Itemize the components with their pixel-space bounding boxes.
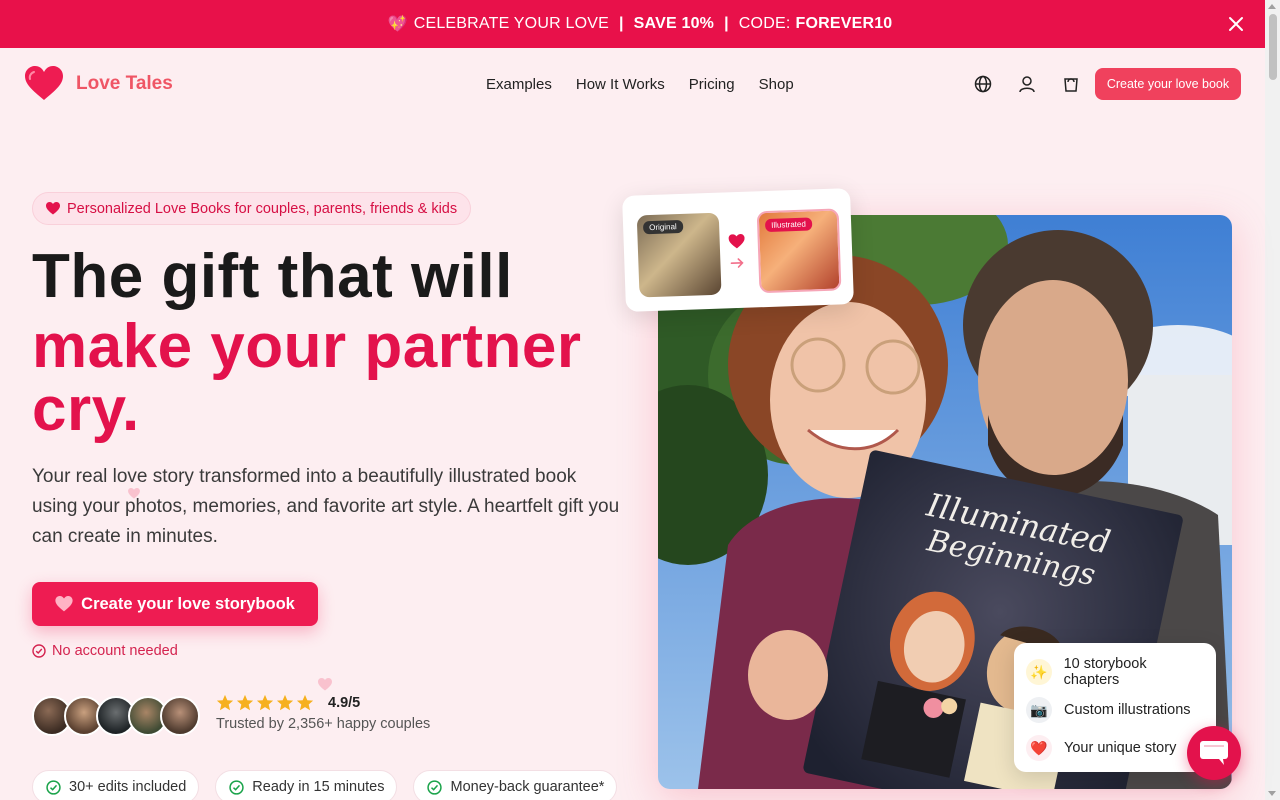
- nav-examples[interactable]: Examples: [486, 76, 552, 93]
- headline-line-1: The gift that will: [32, 242, 513, 311]
- heart-icon: [46, 202, 60, 215]
- check-circle-icon: [427, 780, 443, 795]
- badge-text: Money-back guarantee*: [450, 779, 605, 795]
- headline-line-3: cry.: [32, 375, 140, 444]
- nav-how-it-works[interactable]: How It Works: [576, 76, 665, 93]
- camera-icon: 📷: [1026, 697, 1052, 723]
- avatar: [160, 696, 200, 736]
- check-circle-icon: [229, 780, 244, 795]
- scrollbar[interactable]: [1265, 0, 1280, 800]
- arrow-right-icon: [730, 258, 744, 268]
- feature-label: Custom illustrations: [1064, 702, 1191, 718]
- feature-item: ✨ 10 storybook chapters: [1026, 653, 1204, 691]
- star-icon: [296, 694, 314, 711]
- nav-icons: [973, 74, 1081, 94]
- heart-logo-icon: [25, 66, 63, 100]
- brand-name: Love Tales: [76, 73, 173, 94]
- create-love-book-button[interactable]: Create your love book: [1095, 68, 1241, 100]
- star-icon: [236, 694, 254, 711]
- floating-heart-icon: [128, 488, 140, 499]
- close-icon[interactable]: [1226, 14, 1246, 34]
- promo-save: SAVE 10%: [633, 15, 715, 32]
- feature-label: Your unique story: [1064, 740, 1177, 756]
- customer-avatars: [32, 696, 200, 736]
- star-icon: [276, 694, 294, 711]
- promo-separator: |: [724, 15, 729, 32]
- illustrated-thumbnail: Illustrated: [756, 208, 842, 294]
- floating-heart-icon: [318, 678, 332, 691]
- badge-guarantee: Money-back guarantee*: [413, 770, 618, 800]
- trusted-text: Trusted by 2,356+ happy couples: [216, 716, 431, 732]
- features-card: ✨ 10 storybook chapters 📷 Custom illustr…: [1014, 643, 1216, 772]
- scroll-down-icon[interactable]: [1268, 791, 1276, 796]
- hero-headline: The gift that will make your partner cry…: [32, 242, 582, 444]
- rating-stars: 4.9/5: [216, 694, 430, 712]
- chat-bubble-icon: [1200, 741, 1228, 765]
- scrollbar-thumb[interactable]: [1269, 14, 1277, 80]
- original-tag: Original: [642, 219, 683, 235]
- top-nav: Love Tales Examples How It Works Pricing…: [0, 48, 1265, 120]
- illustrated-tag: Illustrated: [764, 217, 813, 233]
- feature-item: ❤️ Your unique story: [1026, 729, 1204, 767]
- badge-text: 30+ edits included: [69, 779, 187, 795]
- check-circle-icon: [46, 780, 61, 795]
- main-menu: Examples How It Works Pricing Shop: [486, 76, 794, 93]
- promo-banner: 💖 CELEBRATE YOUR LOVE | SAVE 10% | CODE:…: [0, 0, 1280, 48]
- category-pill: Personalized Love Books for couples, par…: [32, 192, 472, 225]
- no-account-note: No account needed: [32, 643, 178, 659]
- before-after-card: Original Illustrated: [622, 188, 854, 312]
- badge-text: Ready in 15 minutes: [252, 779, 385, 795]
- promo-code-label: CODE:: [738, 15, 791, 32]
- star-icon: [216, 694, 234, 711]
- promo-text: CELEBRATE YOUR LOVE: [413, 15, 609, 32]
- badge-edits: 30+ edits included: [32, 770, 200, 800]
- logo[interactable]: Love Tales: [24, 66, 173, 102]
- benefit-badges: 30+ edits included Ready in 15 minutes M…: [32, 770, 618, 800]
- globe-icon[interactable]: [973, 74, 993, 94]
- original-thumbnail: Original: [636, 212, 722, 298]
- promo-emoji: 💖: [387, 16, 408, 33]
- chat-button[interactable]: [1187, 726, 1241, 780]
- heart-emoji-icon: ❤️: [1026, 735, 1052, 761]
- badge-ready: Ready in 15 minutes: [215, 770, 398, 800]
- feature-label: 10 storybook chapters: [1063, 656, 1147, 688]
- headline-line-2: make your partner: [32, 312, 582, 381]
- rating-block: 4.9/5 Trusted by 2,356+ happy couples: [216, 694, 430, 732]
- create-storybook-button[interactable]: Create your love storybook: [32, 582, 318, 626]
- promo-separator: |: [618, 15, 624, 32]
- hero-lead: Your real love story transformed into a …: [32, 466, 620, 547]
- create-storybook-label: Create your love storybook: [81, 594, 295, 613]
- no-account-text: No account needed: [52, 643, 178, 659]
- heart-icon: [55, 596, 73, 612]
- user-icon[interactable]: [1017, 74, 1037, 94]
- scroll-up-icon[interactable]: [1268, 4, 1276, 9]
- check-circle-icon: [32, 644, 46, 658]
- nav-pricing[interactable]: Pricing: [689, 76, 735, 93]
- feature-item: 📷 Custom illustrations: [1026, 691, 1204, 729]
- sparkles-icon: ✨: [1026, 659, 1052, 685]
- nav-shop[interactable]: Shop: [759, 76, 794, 93]
- heart-icon: [728, 233, 745, 249]
- pill-text: Personalized Love Books for couples, par…: [67, 200, 458, 217]
- compare-arrow: [728, 233, 745, 271]
- promo-code: FOREVER10: [795, 15, 893, 32]
- cart-icon[interactable]: [1061, 74, 1081, 94]
- rating-score: 4.9/5: [328, 695, 361, 711]
- star-icon: [256, 694, 274, 711]
